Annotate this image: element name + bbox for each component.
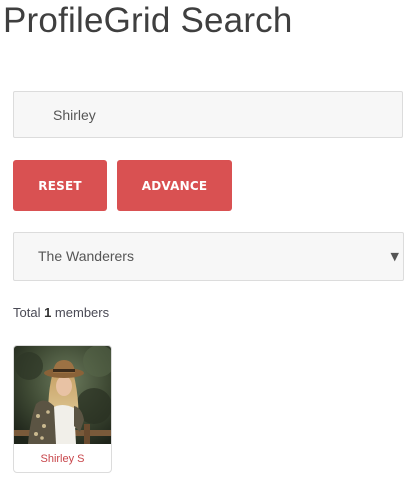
member-card[interactable]: Shirley S bbox=[13, 345, 112, 473]
group-select-value: The Wanderers bbox=[38, 248, 134, 264]
member-avatar[interactable] bbox=[14, 346, 111, 444]
total-suffix: members bbox=[51, 305, 110, 320]
group-select[interactable]: The Wanderers ▼ bbox=[13, 232, 404, 281]
reset-button[interactable]: RESET bbox=[13, 160, 107, 211]
total-members: Total 1 members bbox=[13, 305, 109, 321]
search-input[interactable] bbox=[13, 91, 403, 138]
total-prefix: Total bbox=[13, 305, 45, 320]
member-name[interactable]: Shirley S bbox=[14, 452, 111, 466]
page-title: ProfileGrid Search bbox=[3, 1, 293, 40]
advance-button[interactable]: ADVANCE bbox=[117, 160, 232, 211]
caret-down-icon: ▼ bbox=[390, 250, 399, 263]
